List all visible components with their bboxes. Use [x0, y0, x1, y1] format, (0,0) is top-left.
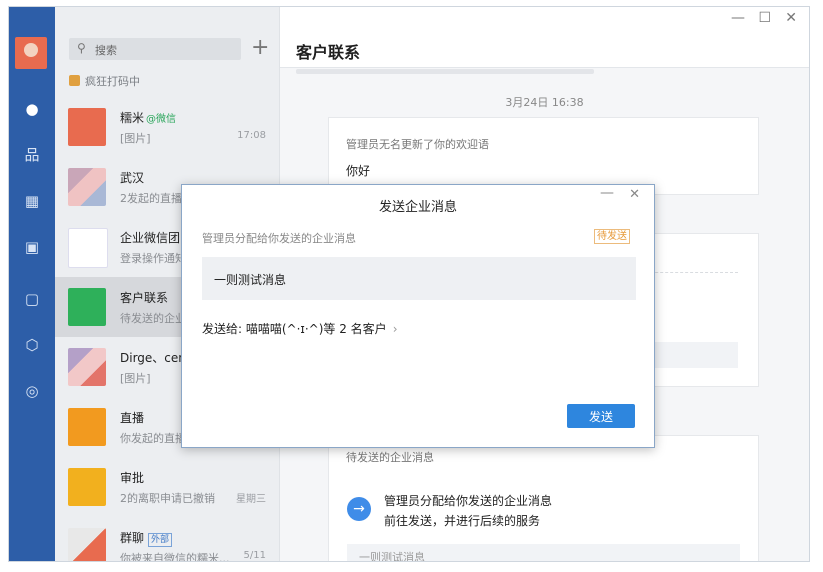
calendar-icon[interactable]: ▦ [22, 191, 42, 211]
wecom-logo-icon [68, 228, 108, 268]
title-bar: 客户联系 — ☐ ✕ [280, 7, 809, 68]
avatar [68, 108, 106, 146]
status-icon [69, 75, 80, 86]
search-input[interactable]: ⚲ 搜索 [69, 38, 241, 60]
scroll-fragment [296, 69, 594, 74]
send-button[interactable]: 发送 [567, 404, 635, 428]
status-badge: 待发送 [594, 229, 630, 244]
chevron-right-icon: › [392, 322, 398, 336]
minimize-icon[interactable]: — [731, 10, 745, 26]
group-avatar [68, 348, 106, 386]
phone-icon[interactable]: ◎ [22, 381, 42, 401]
list-item[interactable]: 糯米 @微信 [图片] 17:08 [55, 97, 279, 157]
list-item[interactable]: 群聊 外部 你被来自微信的糯米... 5/11 [55, 517, 279, 561]
document-icon[interactable]: ▢ [22, 289, 42, 309]
close-icon[interactable]: ✕ [785, 10, 797, 26]
minimize-icon[interactable]: — [600, 185, 614, 201]
pending-card[interactable]: 待发送的企业消息 → 管理员分配给你发送的企业消息 前往发送，并进行后续的服务 … [328, 435, 759, 561]
add-button[interactable]: + [251, 33, 269, 63]
timestamp: 3月24日 16:38 [505, 96, 584, 109]
page-title: 客户联系 [296, 43, 361, 62]
status-notice: 疯狂打码中 [69, 73, 140, 89]
live-icon [68, 408, 106, 446]
nav-rail: ● 品 ▦ ▣ ▢ ⬡ ◎ [9, 7, 55, 561]
maximize-icon[interactable]: ☐ [758, 10, 771, 26]
chat-icon[interactable]: ● [22, 99, 42, 119]
user-avatar[interactable] [15, 37, 47, 69]
group-avatar [68, 168, 106, 206]
recipients-link[interactable]: 发送给: 喵喵喵(^·ɪ·^)等 2 名客户 › [202, 320, 398, 337]
chat-bubble-icon [68, 288, 106, 326]
group-avatar [68, 528, 106, 561]
dialog-header: 管理员分配给你发送的企业消息 [202, 232, 356, 245]
close-icon[interactable]: ✕ [629, 187, 640, 202]
approval-icon [68, 468, 106, 506]
cube-icon[interactable]: ⬡ [22, 335, 42, 355]
apps-grid-icon[interactable]: ▣ [22, 237, 42, 257]
dialog-title: 发送企业消息 [378, 200, 457, 215]
arrow-right-icon[interactable]: → [347, 497, 371, 521]
list-item[interactable]: 审批 2的离职申请已撤销 星期三 [55, 457, 279, 517]
message-preview: 一则测试消息 [202, 257, 636, 300]
external-badge: 外部 [148, 533, 173, 547]
search-icon: ⚲ [77, 41, 86, 55]
org-chart-icon[interactable]: 品 [22, 145, 42, 165]
send-message-dialog: 发送企业消息 — ✕ 管理员分配给你发送的企业消息 待发送 一则测试消息 发送给… [181, 184, 655, 448]
